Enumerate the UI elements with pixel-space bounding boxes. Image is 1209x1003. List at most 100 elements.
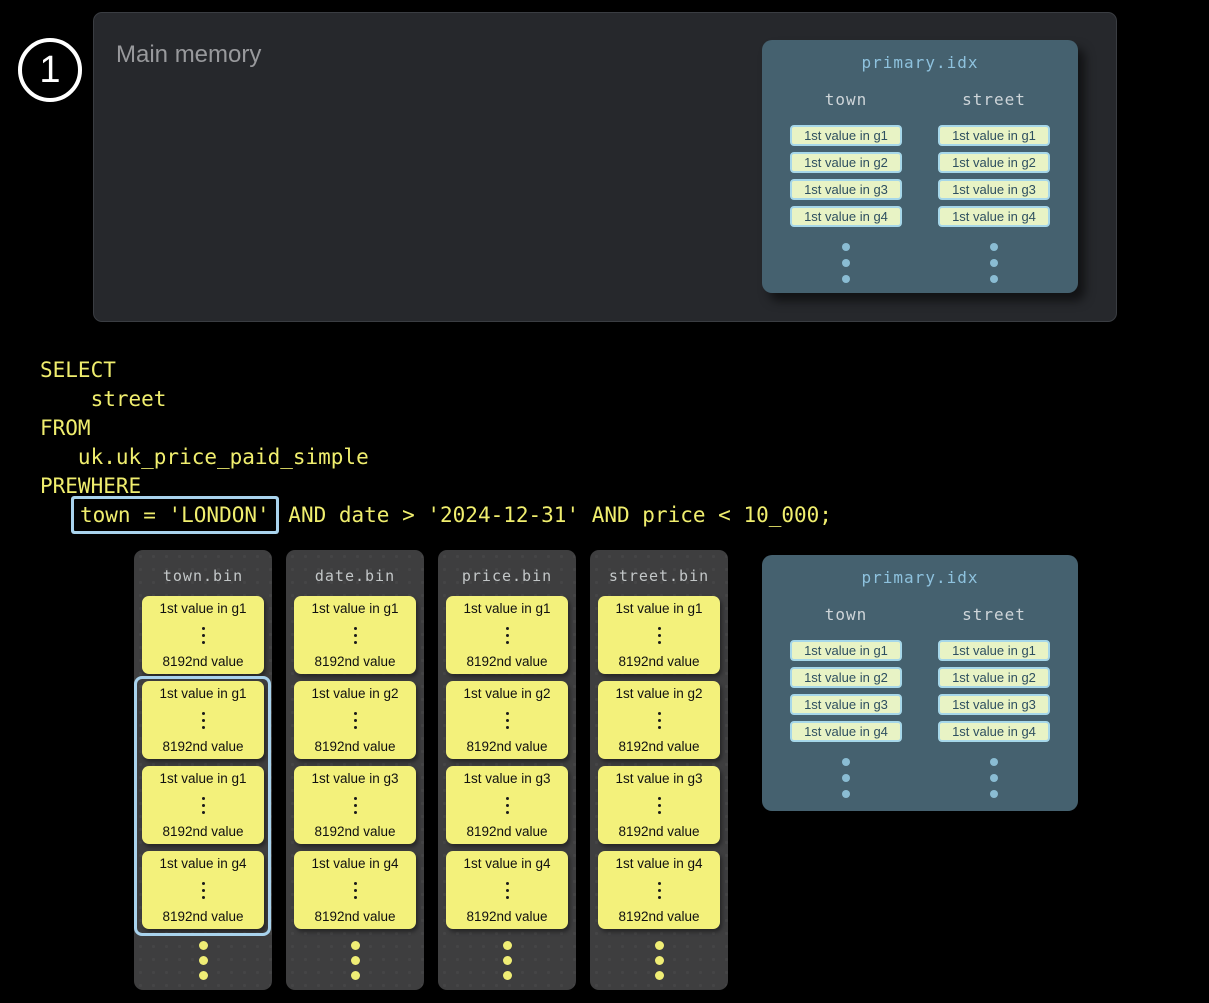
- granule-ellipsis-icon: [658, 712, 661, 729]
- granule-first-value: 1st value in g1: [159, 771, 246, 786]
- granule-last-value: 8192nd value: [314, 909, 395, 924]
- ellipsis-dots-icon: [134, 941, 272, 980]
- idx-column-header: town: [825, 605, 868, 624]
- granule-last-value: 8192nd value: [466, 739, 547, 754]
- granule-first-value: 1st value in g3: [463, 771, 550, 786]
- idx-column-street: street 1st value in g1 1st value in g2 1…: [935, 605, 1053, 798]
- bin-file-panel-town: town.bin 1st value in g1 8192nd value 1s…: [134, 550, 272, 990]
- granule-first-value: 1st value in g4: [615, 856, 702, 871]
- idx-entry-chip: 1st value in g1: [790, 640, 902, 661]
- ellipsis-dots-icon: [990, 243, 998, 283]
- sql-line: FROM: [40, 414, 832, 443]
- primary-idx-title: primary.idx: [762, 53, 1078, 72]
- step-number: 1: [39, 49, 60, 92]
- granule-first-value: 1st value in g4: [311, 856, 398, 871]
- granule-last-value: 8192nd value: [466, 909, 547, 924]
- granule-block: 1st value in g4 8192nd value: [446, 851, 568, 929]
- granule-block: 1st value in g1 8192nd value: [294, 596, 416, 674]
- granule-first-value: 1st value in g1: [615, 601, 702, 616]
- granule-first-value: 1st value in g3: [311, 771, 398, 786]
- ellipsis-dots-icon: [438, 941, 576, 980]
- granule-first-value: 1st value in g2: [615, 686, 702, 701]
- granule-block: 1st value in g1 8192nd value: [142, 681, 264, 759]
- granule-first-value: 1st value in g1: [463, 601, 550, 616]
- granule-last-value: 8192nd value: [618, 824, 699, 839]
- idx-entry-chip: 1st value in g3: [938, 694, 1050, 715]
- idx-entry-chip: 1st value in g2: [790, 667, 902, 688]
- sql-line: PREWHERE: [40, 472, 832, 501]
- bin-file-panel-street: street.bin 1st value in g1 8192nd value …: [590, 550, 728, 990]
- ellipsis-dots-icon: [590, 941, 728, 980]
- granule-block: 1st value in g2 8192nd value: [598, 681, 720, 759]
- diagram-canvas: 1 Main memory primary.idx town 1st value…: [0, 0, 1209, 1003]
- sql-line: street: [40, 385, 832, 414]
- idx-column-header: street: [962, 90, 1026, 109]
- idx-column-header: town: [825, 90, 868, 109]
- granule-block: 1st value in g3 8192nd value: [446, 766, 568, 844]
- granule-ellipsis-icon: [506, 712, 509, 729]
- granule-block: 1st value in g3 8192nd value: [294, 766, 416, 844]
- main-memory-title: Main memory: [116, 43, 261, 67]
- granule-ellipsis-icon: [354, 797, 357, 814]
- idx-entry-chip: 1st value in g2: [938, 667, 1050, 688]
- primary-idx-columns: town 1st value in g1 1st value in g2 1st…: [762, 90, 1078, 283]
- idx-entry-chip: 1st value in g4: [790, 206, 902, 227]
- granule-last-value: 8192nd value: [162, 909, 243, 924]
- granule-first-value: 1st value in g4: [463, 856, 550, 871]
- idx-entry-chip: 1st value in g4: [938, 721, 1050, 742]
- step-1-badge: 1: [18, 38, 82, 102]
- primary-idx-panel-top: primary.idx town 1st value in g1 1st val…: [762, 40, 1078, 293]
- granule-ellipsis-icon: [506, 797, 509, 814]
- granule-last-value: 8192nd value: [162, 654, 243, 669]
- granule-ellipsis-icon: [506, 882, 509, 899]
- granule-first-value: 1st value in g3: [615, 771, 702, 786]
- bin-file-title: price.bin: [438, 567, 576, 585]
- idx-column-town: town 1st value in g1 1st value in g2 1st…: [787, 90, 905, 283]
- granule-block: 1st value in g2 8192nd value: [446, 681, 568, 759]
- idx-entry-chip: 1st value in g3: [938, 179, 1050, 200]
- granule-last-value: 8192nd value: [618, 654, 699, 669]
- granule-ellipsis-icon: [202, 627, 205, 644]
- idx-entry-chip: 1st value in g4: [790, 721, 902, 742]
- granule-last-value: 8192nd value: [466, 654, 547, 669]
- granule-block: 1st value in g4 8192nd value: [142, 851, 264, 929]
- granule-block: 1st value in g4 8192nd value: [294, 851, 416, 929]
- bin-file-title: town.bin: [134, 567, 272, 585]
- primary-idx-title: primary.idx: [762, 568, 1078, 587]
- granule-first-value: 1st value in g4: [159, 856, 246, 871]
- sql-line: uk.uk_price_paid_simple: [40, 443, 832, 472]
- prewhere-condition-rest: AND date > '2024-12-31' AND price < 10_0…: [276, 503, 832, 527]
- granule-ellipsis-icon: [202, 882, 205, 899]
- granule-last-value: 8192nd value: [162, 824, 243, 839]
- bin-file-panel-date: date.bin 1st value in g1 8192nd value 1s…: [286, 550, 424, 990]
- granule-block: 1st value in g3 8192nd value: [598, 766, 720, 844]
- prewhere-highlight-box: town = 'LONDON': [74, 499, 276, 531]
- primary-idx-columns: town 1st value in g1 1st value in g2 1st…: [762, 605, 1078, 798]
- granule-ellipsis-icon: [506, 627, 509, 644]
- granule-block: 1st value in g1 8192nd value: [446, 596, 568, 674]
- primary-idx-panel-bottom: primary.idx town 1st value in g1 1st val…: [762, 555, 1078, 811]
- granule-first-value: 1st value in g2: [311, 686, 398, 701]
- bin-file-panel-price: price.bin 1st value in g1 8192nd value 1…: [438, 550, 576, 990]
- idx-column-header: street: [962, 605, 1026, 624]
- granule-first-value: 1st value in g1: [311, 601, 398, 616]
- sql-query: SELECT street FROM uk.uk_price_paid_simp…: [40, 356, 832, 530]
- ellipsis-dots-icon: [286, 941, 424, 980]
- granule-ellipsis-icon: [658, 627, 661, 644]
- idx-entry-chip: 1st value in g1: [790, 125, 902, 146]
- idx-entry-chip: 1st value in g1: [938, 640, 1050, 661]
- granule-ellipsis-icon: [354, 882, 357, 899]
- idx-column-street: street 1st value in g1 1st value in g2 1…: [935, 90, 1053, 283]
- granule-ellipsis-icon: [354, 627, 357, 644]
- idx-entry-chip: 1st value in g4: [938, 206, 1050, 227]
- idx-entry-chip: 1st value in g2: [938, 152, 1050, 173]
- granule-block: 1st value in g1 8192nd value: [598, 596, 720, 674]
- idx-entry-chip: 1st value in g1: [938, 125, 1050, 146]
- sql-line-prewhere-condition: town = 'LONDON' AND date > '2024-12-31' …: [40, 501, 832, 530]
- ellipsis-dots-icon: [842, 758, 850, 798]
- granule-first-value: 1st value in g2: [463, 686, 550, 701]
- granule-last-value: 8192nd value: [162, 739, 243, 754]
- granule-ellipsis-icon: [202, 712, 205, 729]
- idx-entry-chip: 1st value in g3: [790, 694, 902, 715]
- ellipsis-dots-icon: [842, 243, 850, 283]
